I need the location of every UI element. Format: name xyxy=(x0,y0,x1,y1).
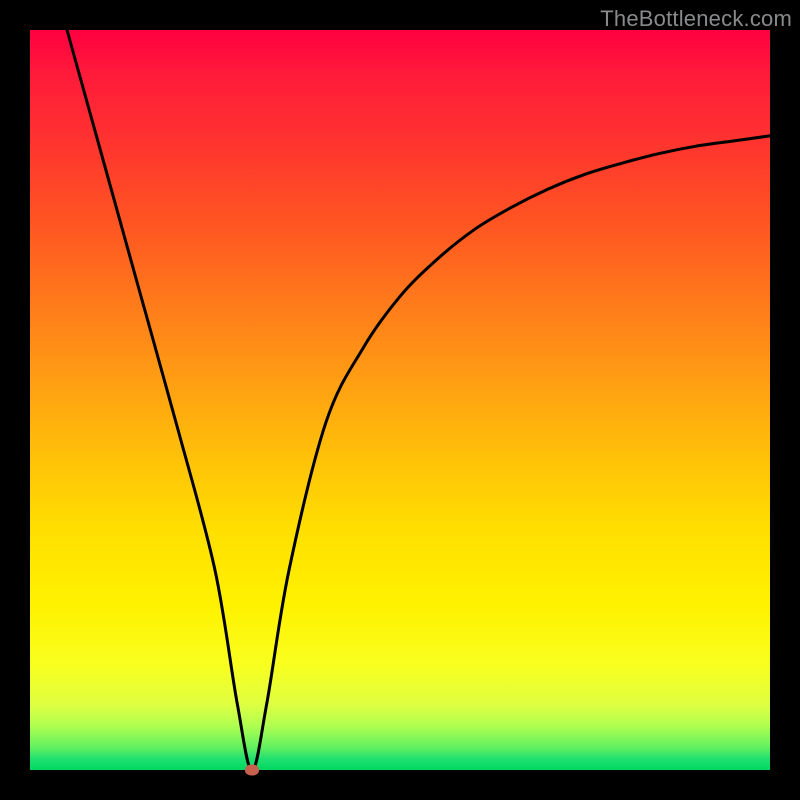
watermark-text: TheBottleneck.com xyxy=(600,6,792,32)
chart-frame: TheBottleneck.com xyxy=(0,0,800,800)
plot-area xyxy=(30,30,770,770)
curve-path xyxy=(67,30,770,770)
bottleneck-curve xyxy=(30,30,770,770)
min-marker xyxy=(245,765,259,776)
